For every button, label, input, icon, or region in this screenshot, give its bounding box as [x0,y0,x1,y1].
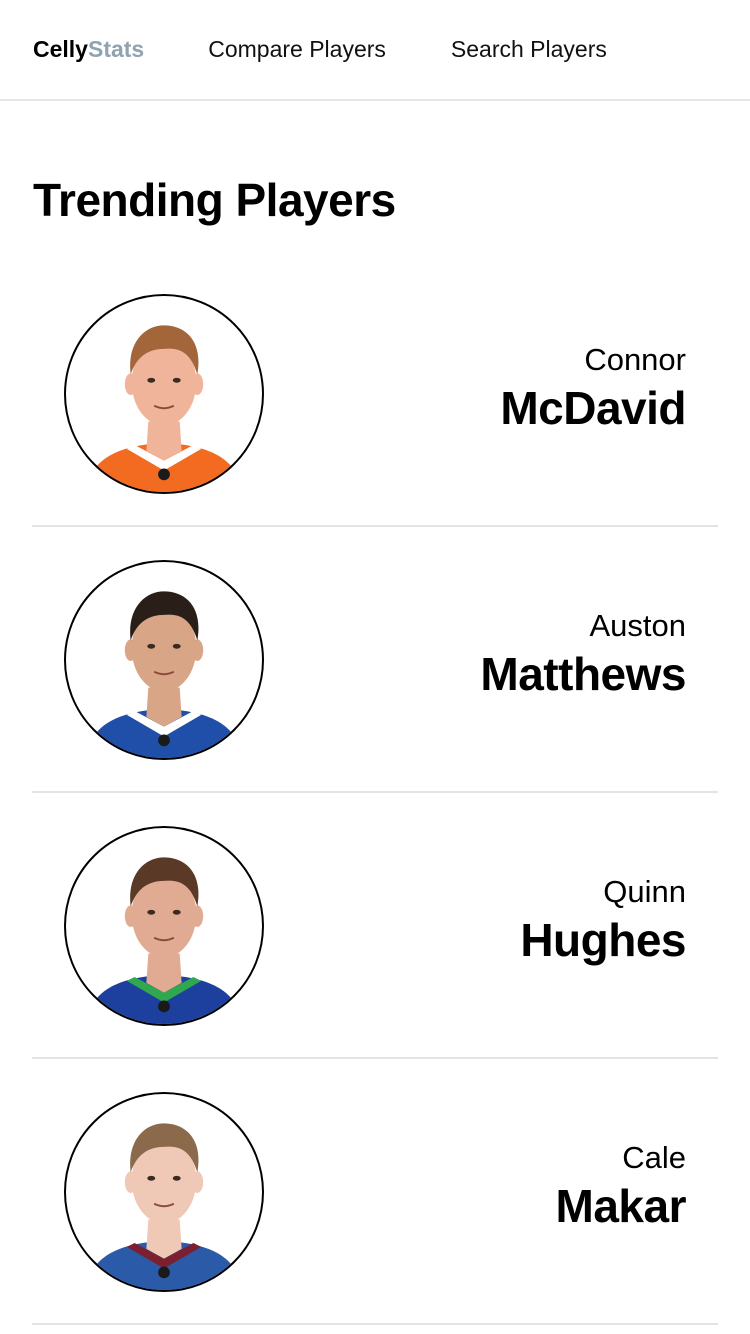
top-nav: CellyStats Compare Players Search Player… [0,0,750,101]
player-first-name: Cale [622,1140,686,1175]
player-row-matthews[interactable]: Auston Matthews [32,527,718,793]
player-headshot [85,325,243,492]
player-row-makar[interactable]: Cale Makar [32,1059,718,1325]
player-first-name: Auston [589,608,686,643]
brand-logo[interactable]: CellyStats [33,36,144,63]
player-headshot [85,591,243,758]
player-name: Connor McDavid [500,261,686,525]
player-name: Cale Makar [555,1059,687,1323]
player-name: Auston Matthews [480,527,686,791]
trending-players-list: Connor McDavid Auston Matthews Quinn Hug… [32,261,718,1325]
brand-text-stats: Stats [87,36,145,62]
nav-link-search-players[interactable]: Search Players [451,36,607,63]
player-headshot [85,1123,243,1290]
player-avatar [64,1092,264,1292]
player-row-hughes[interactable]: Quinn Hughes [32,793,718,1059]
player-first-name: Quinn [603,874,686,909]
player-last-name: Matthews [480,648,686,700]
brand-text-celly: Celly [33,36,88,62]
player-row-mcdavid[interactable]: Connor McDavid [32,261,718,527]
nav-link-compare-players[interactable]: Compare Players [208,36,386,63]
page-title: Trending Players [33,174,396,226]
player-last-name: Makar [555,1180,687,1232]
player-first-name: Connor [584,342,686,377]
player-last-name: Hughes [520,914,686,966]
player-avatar [64,826,264,1026]
player-name: Quinn Hughes [520,793,686,1057]
player-avatar [64,560,264,760]
player-headshot [85,857,243,1024]
player-avatar [64,294,264,494]
player-last-name: McDavid [500,382,686,434]
